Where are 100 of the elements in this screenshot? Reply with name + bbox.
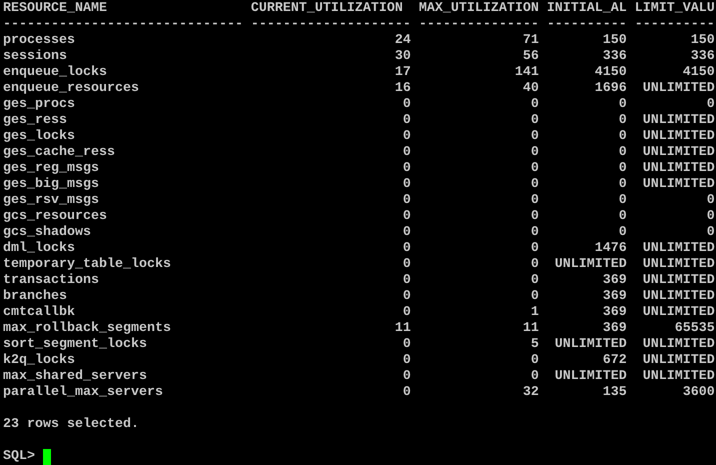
- table-cell: UNLIMITED: [554, 369, 627, 385]
- table-cell: 1696: [594, 81, 627, 97]
- table-cell: 0: [706, 193, 715, 209]
- table-cell: UNLIMITED: [642, 177, 715, 193]
- table-cell: 0: [402, 289, 411, 305]
- table-cell: 0: [530, 273, 539, 289]
- table-cell: UNLIMITED: [642, 113, 715, 129]
- table-cell: 4150: [682, 65, 715, 81]
- table-cell: 17: [394, 65, 411, 81]
- table-cell: 0: [402, 113, 411, 129]
- table-cell: 0: [618, 97, 627, 113]
- table-cell: 0: [530, 193, 539, 209]
- header-rule: --------------------: [250, 17, 411, 33]
- table-cell: 0: [530, 369, 539, 385]
- table-cell: 0: [706, 225, 715, 241]
- column-header: LIMIT_VALU: [634, 1, 715, 17]
- table-cell: 0: [530, 257, 539, 273]
- table-cell: 0: [618, 113, 627, 129]
- table-cell: 0: [402, 129, 411, 145]
- table-cell: dml_locks: [3, 241, 75, 257]
- table-cell: sessions: [3, 49, 67, 65]
- table-cell: 369: [602, 321, 627, 337]
- table-cell: 150: [690, 33, 715, 49]
- table-cell: UNLIMITED: [642, 305, 715, 321]
- table-cell: 0: [402, 369, 411, 385]
- table-cell: UNLIMITED: [642, 353, 715, 369]
- table-cell: 0: [706, 209, 715, 225]
- table-cell: 0: [530, 225, 539, 241]
- header-rule: ----------: [546, 17, 627, 33]
- table-cell: ges_rsv_msgs: [3, 193, 99, 209]
- table-cell: parallel_max_servers: [3, 385, 163, 401]
- table-cell: 0: [402, 177, 411, 193]
- table-cell: 0: [402, 161, 411, 177]
- table-cell: 135: [602, 385, 627, 401]
- table-cell: 30: [394, 49, 411, 65]
- table-cell: 0: [618, 177, 627, 193]
- table-cell: cmtcallbk: [3, 305, 75, 321]
- column-header: MAX_UTILIZATION: [418, 1, 539, 17]
- table-cell: 0: [402, 305, 411, 321]
- table-cell: processes: [3, 33, 75, 49]
- table-cell: sort_segment_locks: [3, 337, 147, 353]
- table-cell: UNLIMITED: [642, 369, 715, 385]
- table-cell: 336: [690, 49, 715, 65]
- table-cell: 0: [402, 97, 411, 113]
- table-cell: ges_cache_ress: [3, 145, 115, 161]
- table-cell: UNLIMITED: [642, 289, 715, 305]
- table-cell: ges_reg_msgs: [3, 161, 99, 177]
- table-cell: UNLIMITED: [642, 161, 715, 177]
- table-cell: 0: [530, 177, 539, 193]
- table-cell: enqueue_locks: [3, 65, 107, 81]
- column-header: RESOURCE_NAME: [3, 1, 107, 17]
- header-rule: ------------------------------: [3, 17, 243, 33]
- table-cell: 0: [618, 145, 627, 161]
- table-cell: 0: [530, 97, 539, 113]
- table-cell: gcs_resources: [3, 209, 107, 225]
- table-cell: transactions: [3, 273, 99, 289]
- table-cell: 0: [618, 129, 627, 145]
- table-cell: 0: [530, 129, 539, 145]
- table-cell: 3600: [682, 385, 715, 401]
- table-cell: 0: [402, 257, 411, 273]
- table-cell: 0: [402, 193, 411, 209]
- table-cell: 71: [522, 33, 539, 49]
- table-cell: 0: [402, 209, 411, 225]
- table-cell: 32: [522, 385, 539, 401]
- table-cell: 4150: [594, 65, 627, 81]
- table-cell: 24: [394, 33, 411, 49]
- column-header: INITIAL_AL: [546, 1, 627, 17]
- table-cell: 336: [602, 49, 627, 65]
- table-cell: enqueue_resources: [3, 81, 139, 97]
- cursor-icon: [42, 449, 51, 465]
- status-message: 23 rows selected.: [3, 417, 139, 433]
- prompt: SQL>: [3, 449, 35, 465]
- table-cell: 369: [602, 305, 627, 321]
- table-cell: 0: [530, 161, 539, 177]
- table-cell: UNLIMITED: [642, 241, 715, 257]
- table-cell: ges_ress: [3, 113, 67, 129]
- table-cell: UNLIMITED: [642, 145, 715, 161]
- table-cell: ges_locks: [3, 129, 75, 145]
- table-cell: 1476: [594, 241, 627, 257]
- table-cell: 0: [402, 225, 411, 241]
- table-cell: 0: [618, 161, 627, 177]
- table-cell: 369: [602, 289, 627, 305]
- table-cell: max_shared_servers: [3, 369, 147, 385]
- table-cell: 5: [530, 337, 539, 353]
- table-cell: branches: [3, 289, 67, 305]
- table-cell: 0: [530, 145, 539, 161]
- table-cell: 0: [402, 353, 411, 369]
- table-cell: 11: [522, 321, 539, 337]
- table-cell: gcs_shadows: [3, 225, 91, 241]
- table-cell: 0: [402, 273, 411, 289]
- table-cell: 65535: [674, 321, 715, 337]
- table-cell: 0: [530, 113, 539, 129]
- table-cell: 141: [514, 65, 539, 81]
- table-cell: UNLIMITED: [642, 129, 715, 145]
- table-cell: 0: [530, 289, 539, 305]
- table-cell: 0: [706, 97, 715, 113]
- table-cell: 0: [618, 193, 627, 209]
- table-cell: 16: [394, 81, 411, 97]
- table-cell: ges_procs: [3, 97, 75, 113]
- table-cell: 0: [618, 225, 627, 241]
